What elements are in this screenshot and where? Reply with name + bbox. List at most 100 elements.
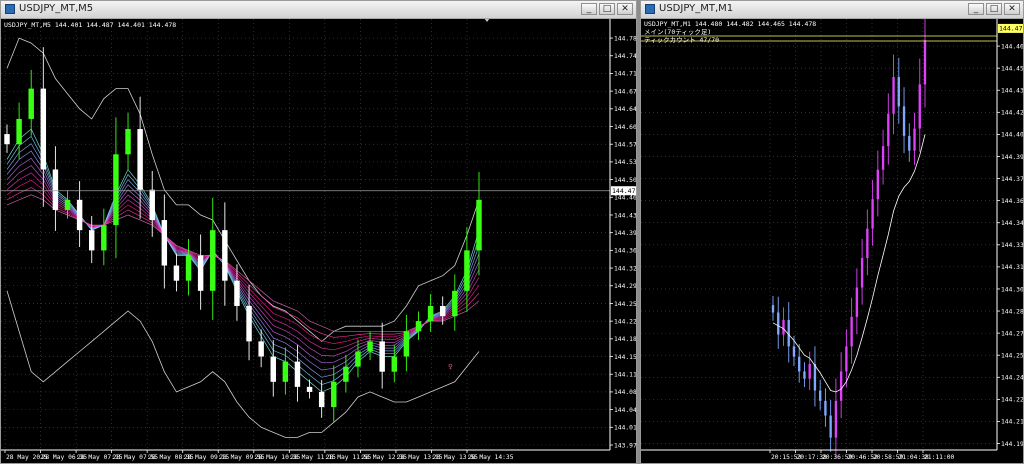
candle-body — [777, 312, 780, 335]
price-tick-label: 144.271 — [1001, 330, 1023, 337]
price-tick-label: 144.391 — [1001, 154, 1023, 161]
candle-body — [897, 76, 900, 107]
price-tick-label: 144.710 — [614, 71, 636, 78]
candle-body — [64, 199, 71, 210]
candle-body — [876, 169, 880, 200]
window-title-m5: USDJPY_MT,M5 — [19, 3, 94, 14]
candle-body — [16, 118, 22, 145]
candle-body — [306, 386, 313, 392]
price-tick-label: 144.376 — [1001, 176, 1023, 183]
candle-body — [52, 169, 59, 210]
price-tick-label: 144.605 — [614, 124, 636, 131]
price-tick-label: 144.346 — [1001, 220, 1023, 227]
window-title-m1: USDJPY_MT,M1 — [659, 3, 734, 14]
candle-body — [234, 280, 240, 306]
candle-body — [818, 390, 822, 401]
price-tick-label: 144.430 — [614, 212, 636, 219]
price-tick-label: 144.360 — [614, 248, 636, 255]
candle-body — [125, 129, 131, 155]
window-titlebar-m1[interactable]: USDJPY_MT,M1 _ □ ✕ — [641, 1, 1023, 19]
candle-body — [355, 351, 361, 367]
candle-body — [197, 255, 204, 291]
candle-body — [476, 199, 482, 251]
price-tick-label: 144.226 — [1001, 397, 1023, 404]
candle-body — [803, 371, 806, 379]
arrow-signal-marker: ♀ — [448, 362, 453, 371]
candle-body — [808, 364, 811, 379]
maximize-button[interactable]: □ — [599, 3, 615, 15]
price-tick-label: 144.255 — [614, 301, 636, 308]
candle-body — [343, 366, 349, 382]
minimize-button[interactable]: _ — [581, 3, 597, 15]
price-tick-label: 144.406 — [1001, 132, 1023, 139]
price-tick-label: 144.361 — [1001, 198, 1023, 205]
price-tick-label: 144.115 — [614, 372, 636, 379]
chart-symbol: USDJPY_MT,M5 — [4, 21, 51, 29]
candle-body — [161, 220, 168, 266]
candle-body — [76, 199, 83, 231]
chart-ohlc: 144.480 144.482 144.465 144.478 — [695, 20, 816, 28]
m5-price-chart[interactable]: 144.780 144.745 144.710 144.675 144.640 144.6… — [1, 19, 636, 463]
candle-body — [813, 364, 817, 391]
chart-window-m1[interactable]: USDJPY_MT,M1 _ □ ✕ 144.466 144.451 144.436… — [640, 0, 1024, 464]
price-tick-label: 144.010 — [614, 425, 636, 432]
candle-body — [918, 84, 921, 129]
candle-body — [771, 305, 775, 313]
candle-body — [415, 321, 422, 332]
price-tick-label: 144.196 — [1001, 441, 1023, 448]
candle-body — [908, 135, 911, 151]
current-price-tag-text: 144.478 — [612, 187, 636, 195]
minimize-button[interactable]: _ — [968, 3, 984, 15]
candle-body — [331, 381, 337, 408]
candle-body — [379, 341, 385, 372]
window-titlebar-m5[interactable]: USDJPY_MT,M5 _ □ ✕ — [1, 1, 636, 19]
chart-window-icon — [645, 4, 655, 14]
plot-background — [1, 19, 636, 463]
close-button[interactable]: ✕ — [1004, 3, 1020, 15]
candle-body — [887, 113, 890, 147]
candle-body — [850, 316, 853, 347]
price-tick-label: 144.316 — [1001, 264, 1023, 271]
candle-body — [798, 356, 801, 372]
plot-background — [641, 19, 1023, 463]
price-tick-label: 144.325 — [614, 265, 636, 272]
candle-body — [149, 189, 155, 221]
price-tick-label: 144.745 — [614, 53, 636, 60]
candle-body — [839, 371, 843, 401]
price-tick-label: 144.675 — [614, 88, 636, 95]
chart-type-label: メイン(70ティック足) — [644, 28, 711, 36]
candle-body — [923, 40, 927, 85]
candle-body — [427, 305, 434, 322]
time-tick-label: 21:11:00 — [924, 454, 955, 461]
candle-body — [834, 400, 838, 438]
candle-body — [391, 356, 398, 372]
close-button[interactable]: ✕ — [617, 3, 633, 15]
candle-body — [892, 76, 895, 114]
chart-window-m5[interactable]: USDJPY_MT,M5 _ □ ✕ 144.780 144.745 144.710… — [0, 0, 637, 464]
chart-window-icon — [5, 4, 15, 14]
candle-body — [855, 287, 859, 317]
candle-body — [101, 225, 107, 251]
price-tick-label: 144.535 — [614, 159, 636, 166]
price-tick-label: 144.185 — [614, 336, 636, 343]
price-tick-label: 144.570 — [614, 142, 636, 149]
candle-body — [824, 400, 827, 416]
candle-body — [792, 346, 796, 357]
candle-body — [270, 356, 276, 382]
tick-count-label: ティックカウント 47/70 — [644, 36, 719, 44]
chart-symbol-label: USDJPY_MT,M1 144.480 144.482 144.465 144… — [644, 20, 816, 28]
candle-body — [137, 129, 143, 190]
chart-symbol: USDJPY_MT,M1 — [644, 20, 691, 28]
price-axis — [610, 19, 636, 463]
candle-body — [902, 106, 906, 136]
m1-tick-chart[interactable]: 144.466 144.451 144.436 144.421 144.406 144.3… — [641, 19, 1023, 463]
candle-body — [113, 154, 119, 226]
maximize-button[interactable]: □ — [986, 3, 1002, 15]
price-tick-label: 144.211 — [1001, 419, 1023, 426]
candle-body — [367, 341, 373, 352]
price-tick-label: 144.301 — [1001, 286, 1023, 293]
price-tick-label: 144.241 — [1001, 375, 1023, 382]
candle-body — [258, 341, 264, 357]
price-tick-label: 144.080 — [614, 389, 636, 396]
price-tick-label: 144.451 — [1001, 65, 1023, 72]
